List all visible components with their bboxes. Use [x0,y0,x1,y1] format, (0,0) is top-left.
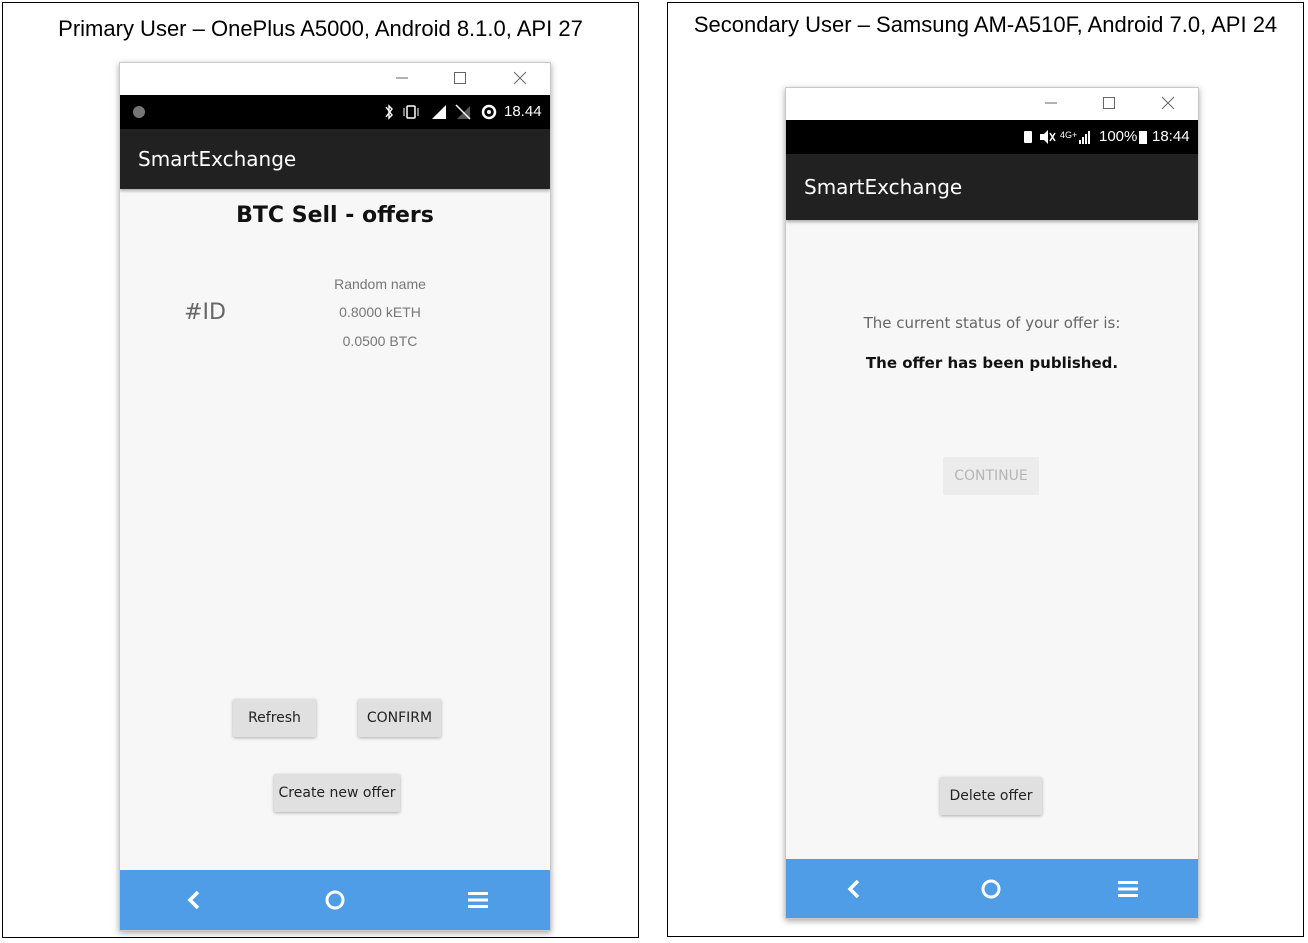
status-value: The offer has been published. [865,354,1119,372]
offer-amount-btc: 0.0500 BTC [342,333,418,349]
window-titlebar [120,63,550,95]
window-titlebar [786,88,1198,120]
primary-user-panel: Primary User – OnePlus A5000, Android 8.… [2,2,639,938]
status-bar: 4G+ 100% 18:44 [786,120,1198,154]
app-title: SmartExchange [138,147,297,171]
navigation-bar [120,870,550,930]
close-icon[interactable] [500,63,540,95]
back-icon[interactable] [164,870,224,930]
home-icon[interactable] [961,859,1021,918]
minimize-icon[interactable] [382,63,422,95]
navigation-bar [786,859,1198,918]
offer-name: Random name [334,276,426,292]
secondary-user-panel: Secondary User – Samsung AM-A510F, Andro… [667,2,1304,937]
primary-user-heading: Primary User – OnePlus A5000, Android 8.… [58,16,583,41]
status-bar: 18.44 [120,95,550,129]
maximize-icon[interactable] [440,63,480,95]
status-time: 18:44 [1152,128,1190,145]
create-offer-button[interactable]: Create new offer [274,774,400,812]
close-icon[interactable] [1148,88,1188,120]
status-time: 18.44 [504,103,542,120]
home-icon[interactable] [305,870,365,930]
minimize-icon[interactable] [1031,88,1071,120]
secondary-user-heading: Secondary User – Samsung AM-A510F, Andro… [693,12,1278,37]
maximize-icon[interactable] [1089,88,1129,120]
confirm-button[interactable]: CONFIRM [358,699,441,737]
refresh-button[interactable]: Refresh [233,699,316,737]
emulator-window-secondary: 4G+ 100% 18:44 SmartExchange The current… [785,87,1199,919]
network-type: 4G+ [1060,130,1078,140]
emulator-window-primary: 18.44 SmartExchange BTC Sell - offers #I… [119,62,551,931]
battery-percent: 100% [1099,128,1138,145]
app-title: SmartExchange [804,175,963,199]
app-bar: SmartExchange [120,129,550,189]
app-bar: SmartExchange [786,154,1198,220]
back-icon[interactable] [824,859,884,918]
delete-offer-button[interactable]: Delete offer [940,777,1042,815]
offer-id-label: #ID [184,300,226,325]
status-prompt: The current status of your offer is: [863,314,1121,332]
continue-button[interactable]: CONTINUE [943,457,1039,495]
page-title: BTC Sell - offers [236,203,434,228]
offer-amount-eth: 0.8000 kETH [339,304,421,320]
menu-icon[interactable] [448,870,508,930]
menu-icon[interactable] [1098,859,1158,918]
